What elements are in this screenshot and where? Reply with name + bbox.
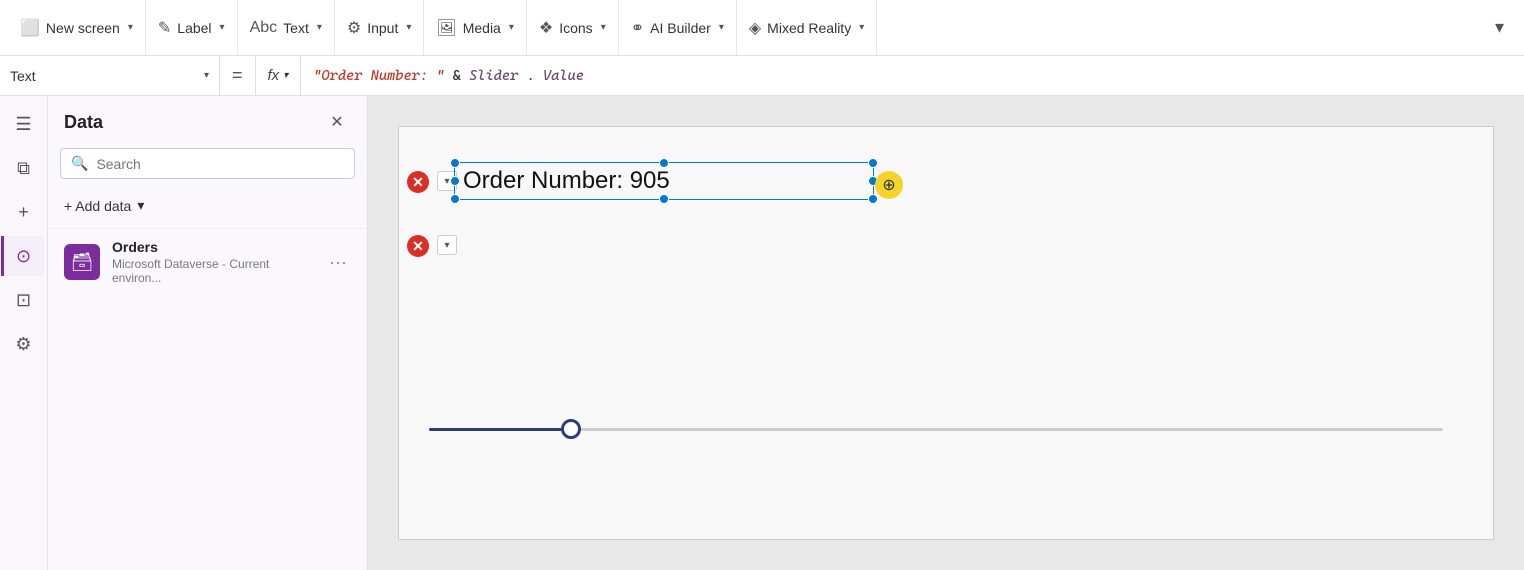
input-label: Input — [367, 20, 398, 36]
settings-icon: ⚙ — [15, 334, 31, 355]
label-icon: ✎ — [158, 18, 171, 38]
text-icon: Abc — [250, 19, 278, 37]
expand-chevron-2[interactable]: ▾ — [437, 235, 457, 255]
orders-info: Orders Microsoft Dataverse - Current env… — [112, 239, 313, 285]
formula-bar: Text ▾ = fx ▾ "Order Number: " & Slider … — [0, 56, 1524, 96]
sidebar-item-layers[interactable]: ⧉ — [4, 148, 44, 188]
charts-icon: ⊡ — [16, 290, 31, 311]
add-data-label: + Add data — [64, 198, 131, 214]
data-panel-close-button[interactable]: ✕ — [323, 108, 351, 136]
sidebar-icons: ☰ ⧉ + ⊙ ⊡ ⚙ — [0, 96, 48, 570]
ai-builder-icon: ⚭ — [631, 18, 644, 38]
sidebar-item-charts[interactable]: ⊡ — [4, 280, 44, 320]
equals-sign: = — [220, 56, 256, 95]
slider-track-filled — [429, 428, 571, 431]
main-layout: ☰ ⧉ + ⊙ ⊡ ⚙ Data ✕ 🔍 + Add data — [0, 96, 1524, 570]
formula-ampersand: & — [453, 68, 469, 84]
media-label: Media — [463, 20, 501, 36]
mixed-reality-chevron-icon: ▾ — [859, 22, 864, 33]
sidebar-item-add[interactable]: + — [4, 192, 44, 232]
data-panel: Data ✕ 🔍 + Add data ▾ 🗃 Orders Microsoft… — [48, 96, 368, 570]
media-icon: 🖼 — [436, 18, 456, 38]
orders-description: Microsoft Dataverse - Current environ... — [112, 257, 313, 285]
search-box[interactable]: 🔍 — [60, 148, 355, 179]
error-badge-2[interactable]: ✕ — [407, 235, 429, 257]
text-label: Text — [283, 20, 309, 36]
fx-label: fx — [268, 67, 280, 84]
handle-top-center[interactable] — [659, 158, 669, 168]
canvas-text-element[interactable]: ⊕ Order Number: 905 — [454, 162, 874, 200]
move-cursor-icon: ⊕ — [875, 171, 903, 199]
media-button[interactable]: 🖼 Media ▾ — [424, 0, 526, 55]
new-screen-label: New screen — [46, 20, 120, 36]
search-input[interactable] — [96, 156, 344, 172]
fx-chevron-icon: ▾ — [283, 70, 288, 81]
input-icon: ⚙ — [347, 18, 361, 38]
ai-builder-label: AI Builder — [650, 20, 711, 36]
property-selector[interactable]: Text ▾ — [0, 56, 220, 95]
add-data-chevron-icon: ▾ — [137, 197, 144, 214]
icons-button[interactable]: ❖ Icons ▾ — [527, 0, 619, 55]
orders-data-item[interactable]: 🗃 Orders Microsoft Dataverse - Current e… — [48, 228, 367, 295]
canvas-text-content: Order Number: 905 — [463, 167, 670, 194]
handle-middle-left[interactable] — [450, 176, 460, 186]
tree-icon: ☰ — [15, 114, 31, 135]
handle-bottom-center[interactable] — [659, 194, 669, 204]
orders-icon: 🗃 — [64, 244, 100, 280]
error-badge-1[interactable]: ✕ — [407, 171, 429, 193]
formula-value-ref: Value — [543, 68, 584, 84]
data-panel-header: Data ✕ — [48, 96, 367, 148]
ai-builder-button[interactable]: ⚭ AI Builder ▾ — [619, 0, 737, 55]
data-icon: ⊙ — [16, 246, 31, 267]
input-chevron-icon: ▾ — [406, 22, 411, 33]
monitor-icon: ⬜ — [20, 18, 40, 38]
close-icon: ✕ — [330, 112, 343, 132]
input-button[interactable]: ⚙ Input ▾ — [335, 0, 425, 55]
label-label: Label — [177, 20, 211, 36]
formula-slider-ref: Slider — [469, 68, 518, 84]
icons-label: Icons — [559, 20, 592, 36]
property-label: Text — [10, 68, 198, 84]
mixed-reality-label: Mixed Reality — [767, 20, 851, 36]
handle-top-left[interactable] — [450, 158, 460, 168]
text-chevron-icon: ▾ — [317, 22, 322, 33]
mixed-reality-button[interactable]: ◈ Mixed Reality ▾ — [737, 0, 877, 55]
formula-string-part: "Order Number: " — [313, 68, 444, 84]
canvas-area: ✕ ▾ ⊕ Order Number: 905 ✕ ▾ — [368, 96, 1524, 570]
search-icon: 🔍 — [71, 155, 88, 172]
handle-bottom-left[interactable] — [450, 194, 460, 204]
text-button[interactable]: Abc Text ▾ — [238, 0, 335, 55]
handle-bottom-right[interactable] — [868, 194, 878, 204]
ai-builder-chevron-icon: ▾ — [719, 22, 724, 33]
add-icon: + — [18, 202, 29, 223]
mixed-reality-icon: ◈ — [749, 18, 761, 38]
toolbar: ⬜ New screen ▾ ✎ Label ▾ Abc Text ▾ ⚙ In… — [0, 0, 1524, 56]
icons-icon: ❖ — [539, 18, 553, 38]
label-button[interactable]: ✎ Label ▾ — [146, 0, 238, 55]
layers-icon: ⧉ — [17, 158, 30, 179]
fx-button[interactable]: fx ▾ — [256, 56, 302, 95]
slider-track — [429, 428, 1443, 431]
handle-top-right[interactable] — [868, 158, 878, 168]
formula-input[interactable]: "Order Number: " & Slider . Value — [301, 68, 1524, 84]
toolbar-overflow-button[interactable]: ▾ — [1483, 11, 1516, 44]
sidebar-item-settings[interactable]: ⚙ — [4, 324, 44, 364]
icons-chevron-icon: ▾ — [601, 22, 606, 33]
media-chevron-icon: ▾ — [509, 22, 514, 33]
add-data-button[interactable]: + Add data ▾ — [48, 191, 367, 220]
sidebar-item-tree[interactable]: ☰ — [4, 104, 44, 144]
slider-element[interactable] — [429, 419, 1443, 439]
new-screen-chevron-icon: ▾ — [128, 22, 133, 33]
formula-dot: . — [527, 68, 535, 84]
canvas-surface: ✕ ▾ ⊕ Order Number: 905 ✕ ▾ — [398, 126, 1494, 540]
slider-thumb[interactable] — [561, 419, 581, 439]
orders-menu-button[interactable]: ··· — [325, 248, 351, 277]
orders-name: Orders — [112, 239, 313, 255]
property-chevron-icon: ▾ — [204, 70, 209, 81]
new-screen-button[interactable]: ⬜ New screen ▾ — [8, 0, 146, 55]
sidebar-item-data[interactable]: ⊙ — [1, 236, 44, 276]
label-chevron-icon: ▾ — [220, 22, 225, 33]
data-panel-title: Data — [64, 112, 103, 133]
